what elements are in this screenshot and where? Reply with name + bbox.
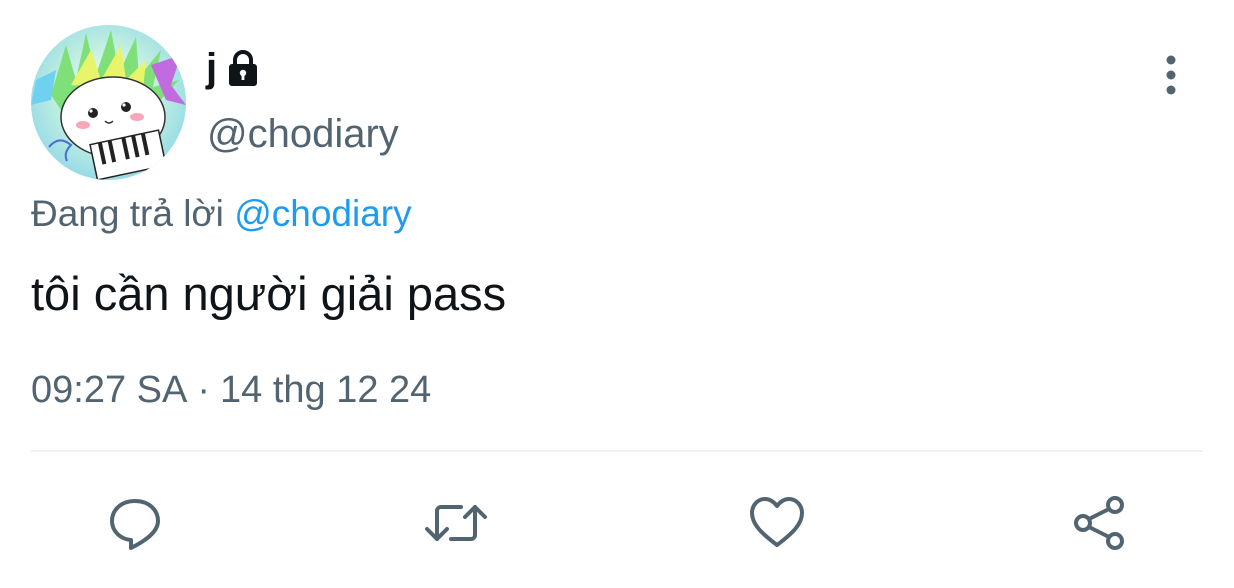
avatar[interactable] xyxy=(31,25,186,180)
tweet-timestamp[interactable]: 09:27 SA · 14 thg 12 24 xyxy=(31,368,431,414)
heart-icon xyxy=(750,497,804,547)
tweet-text: tôi cần người giải pass xyxy=(31,267,507,320)
like-button[interactable] xyxy=(742,488,812,558)
tweet-time: 09:27 SA xyxy=(31,369,188,411)
hamster-avatar-image xyxy=(31,25,186,180)
divider xyxy=(31,450,1203,452)
retweet-icon xyxy=(425,505,487,541)
share-button[interactable] xyxy=(1064,488,1134,558)
speech-bubble-icon xyxy=(110,499,160,550)
display-name[interactable]: j xyxy=(206,48,217,88)
reply-mention-link[interactable]: @chodiary xyxy=(234,193,411,234)
author-name-row: j xyxy=(206,40,263,96)
lock-icon xyxy=(229,50,258,86)
reply-context-prefix: Đang trả lời xyxy=(31,193,235,234)
author-handle[interactable]: @chodiary xyxy=(207,110,399,158)
tweet-date: 14 thg 12 24 xyxy=(220,369,432,411)
more-options-button[interactable] xyxy=(1148,52,1194,98)
reply-button[interactable] xyxy=(100,488,170,558)
share-icon xyxy=(1074,496,1124,550)
reply-context: Đang trả lời @chodiary xyxy=(31,192,412,236)
vertical-dots-icon xyxy=(1166,55,1176,95)
timestamp-separator: · xyxy=(197,369,210,411)
retweet-button[interactable] xyxy=(421,488,491,558)
tweet-detail: j @chodiary Đang trả lời @chodiary tôi c… xyxy=(0,0,1234,588)
